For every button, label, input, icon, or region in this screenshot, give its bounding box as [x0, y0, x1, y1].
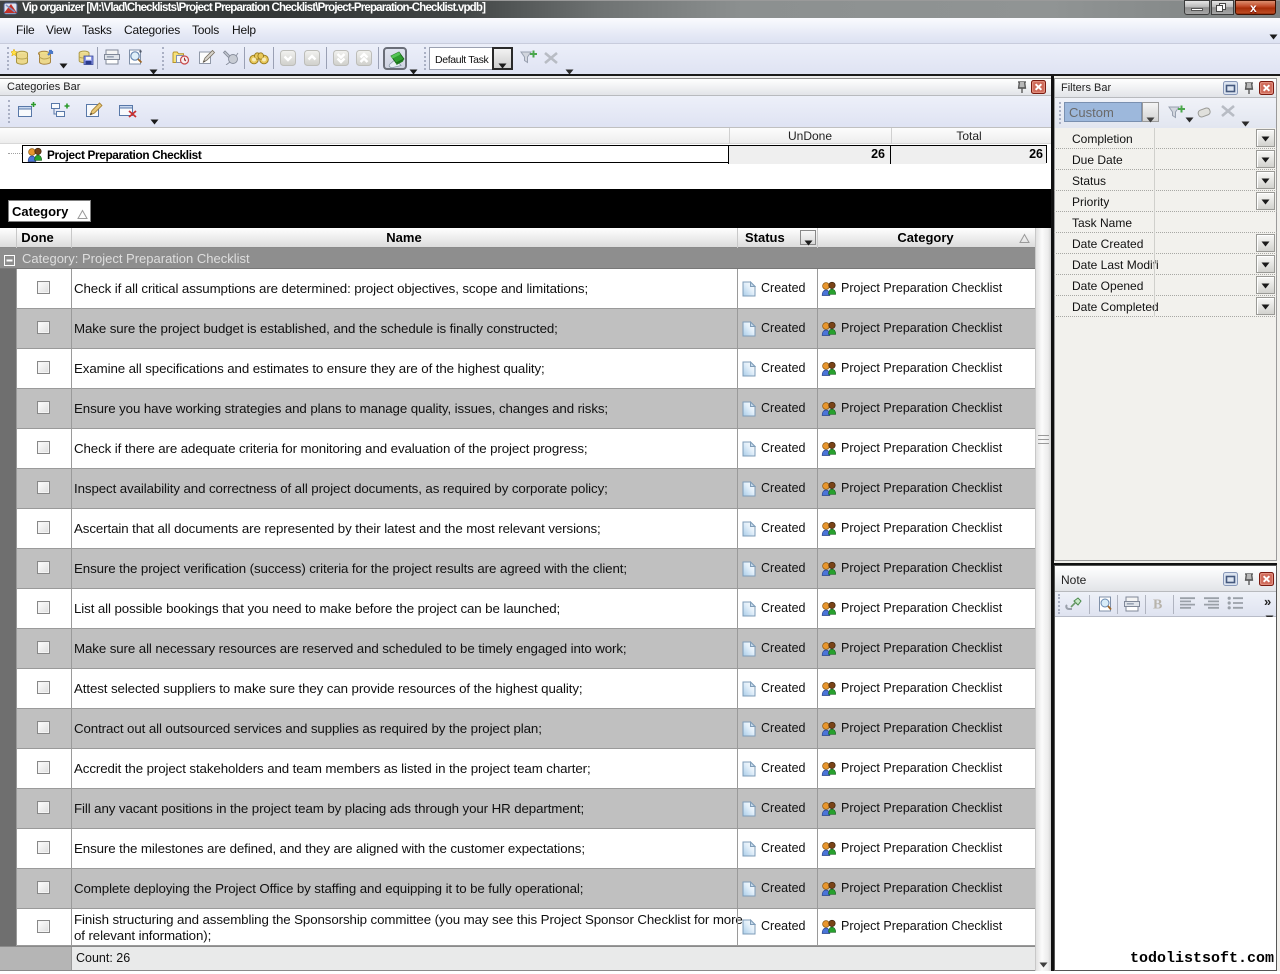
svg-text:B: B [1153, 598, 1162, 612]
